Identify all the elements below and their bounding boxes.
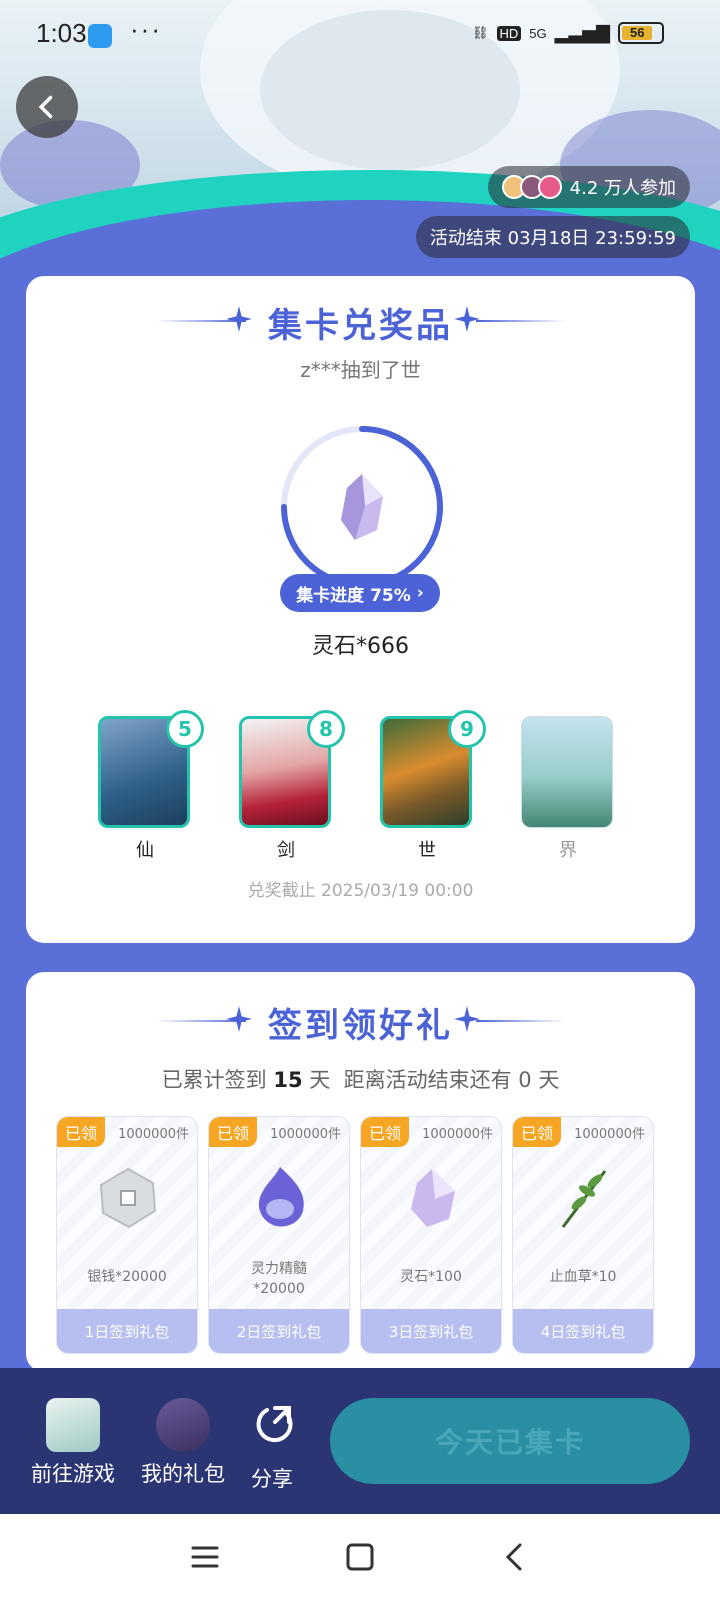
collect-card-panel: 集卡兑奖品 z***抽到了世 集卡进度 75% › 灵石*666 5 仙 8 剑… bbox=[26, 276, 695, 943]
gift-avatar-icon bbox=[156, 1398, 210, 1452]
activity-end-text: 活动结束 03月18日 23:59:59 bbox=[429, 228, 676, 249]
claimed-tag: 已领 bbox=[513, 1117, 561, 1147]
gift-day-label: 4日签到礼包 bbox=[513, 1309, 653, 1353]
gift-day-1[interactable]: 已领 1000000件 银钱*20000 1日签到礼包 bbox=[56, 1116, 198, 1354]
days-remaining: 0 bbox=[518, 1068, 532, 1092]
signal-icon: ▂▃▅▇ bbox=[554, 22, 610, 43]
gift-day-3[interactable]: 已领 1000000件 灵石*100 3日签到礼包 bbox=[360, 1116, 502, 1354]
go-game-button[interactable]: 前往游戏 bbox=[28, 1398, 118, 1488]
card-count-badge: 8 bbox=[307, 710, 345, 748]
card-jian[interactable]: 8 剑 bbox=[239, 710, 345, 862]
participants-count: 4.2 万人参加 bbox=[569, 178, 676, 199]
more-notifications-icon: ··· bbox=[130, 14, 162, 44]
avatar bbox=[537, 175, 562, 199]
gift-item: 灵石*100 bbox=[400, 1269, 462, 1285]
share-icon bbox=[256, 1406, 293, 1443]
my-gifts-button[interactable]: 我的礼包 bbox=[136, 1398, 230, 1488]
claimed-tag: 已领 bbox=[209, 1117, 257, 1147]
spirit-essence-icon bbox=[258, 1167, 304, 1227]
gift-stock: 1000000件 bbox=[270, 1127, 341, 1142]
card-count-badge: 9 bbox=[448, 710, 486, 748]
menu-icon[interactable] bbox=[190, 1542, 220, 1572]
signin-summary: 已累计签到 15 天 距离活动结束还有 0 天 bbox=[161, 1068, 560, 1092]
network-label: 5G bbox=[529, 25, 547, 41]
share-button[interactable]: 分享 bbox=[244, 1398, 300, 1493]
bottom-action-bar: 前往游戏 我的礼包 分享 今天已集卡 bbox=[0, 1368, 720, 1514]
home-icon[interactable] bbox=[345, 1542, 375, 1572]
gift-stock: 1000000件 bbox=[422, 1127, 493, 1142]
signin-gift-list: 已领 1000000件 银钱*20000 1日签到礼包 已领 1000000件 … bbox=[56, 1116, 666, 1366]
sparkle-icon bbox=[454, 1006, 480, 1032]
card-art bbox=[521, 716, 613, 828]
system-navigation-bar bbox=[0, 1514, 720, 1600]
collect-progress-button[interactable]: 集卡进度 75% › bbox=[280, 574, 440, 612]
gift-stock: 1000000件 bbox=[574, 1127, 645, 1142]
link-icon: ⛓ bbox=[471, 25, 489, 40]
gift-item: 止血草*10 bbox=[549, 1269, 617, 1285]
collected-today-button[interactable]: 今天已集卡 bbox=[330, 1398, 690, 1484]
silver-coin-icon bbox=[99, 1167, 157, 1229]
participants-badge: 4.2 万人参加 bbox=[487, 166, 690, 208]
gift-day-4[interactable]: 已领 1000000件 止血草*10 4日签到礼包 bbox=[512, 1116, 654, 1354]
gift-day-label: 2日签到礼包 bbox=[209, 1309, 349, 1353]
gift-day-label: 3日签到礼包 bbox=[361, 1309, 501, 1353]
collect-title: 集卡兑奖品 bbox=[268, 306, 453, 346]
card-jie[interactable]: 界 bbox=[521, 716, 615, 862]
card-name: 界 bbox=[559, 840, 577, 861]
gift-day-2[interactable]: 已领 1000000件 灵力精髓 *20000 2日签到礼包 bbox=[208, 1116, 350, 1354]
card-name: 剑 bbox=[277, 840, 295, 861]
hd-icon: HD bbox=[496, 25, 522, 41]
collect-progress-ring bbox=[281, 426, 443, 588]
status-time: 1:03 bbox=[36, 18, 87, 48]
chevron-left-icon bbox=[38, 95, 53, 119]
signin-days: 15 bbox=[273, 1068, 303, 1092]
spirit-stone-icon bbox=[411, 1169, 455, 1227]
character-cards: 5 仙 8 剑 9 世 界 bbox=[98, 710, 628, 861]
redeem-deadline: 兑奖截止 2025/03/19 00:00 bbox=[247, 881, 474, 901]
card-name: 世 bbox=[418, 840, 436, 861]
gift-item: 银钱*20000 bbox=[87, 1269, 167, 1285]
collect-progress-label: 集卡进度 75% bbox=[296, 585, 411, 606]
card-count-badge: 5 bbox=[166, 710, 204, 748]
battery-icon: 56 bbox=[618, 22, 664, 44]
claimed-tag: 已领 bbox=[361, 1117, 409, 1147]
gift-item: 灵力精髓 *20000 bbox=[251, 1261, 307, 1297]
signin-title: 签到领好礼 bbox=[268, 1006, 453, 1046]
chevron-right-icon: › bbox=[416, 583, 424, 603]
gift-stock: 1000000件 bbox=[118, 1127, 189, 1142]
status-bar: 1:03 ··· ⛓ HD 5G ▂▃▅▇ 56 bbox=[0, 0, 720, 72]
back-nav-icon[interactable] bbox=[500, 1542, 530, 1572]
gift-day-label: 1日签到礼包 bbox=[57, 1309, 197, 1353]
participant-avatars bbox=[501, 175, 562, 199]
app-notification-icon bbox=[88, 24, 112, 48]
back-button[interactable] bbox=[16, 76, 78, 138]
claimed-tag: 已领 bbox=[57, 1117, 105, 1147]
card-xian[interactable]: 5 仙 bbox=[98, 710, 204, 862]
winner-ticker: z***抽到了世 bbox=[300, 358, 421, 382]
card-shi[interactable]: 9 世 bbox=[380, 710, 486, 862]
game-logo-icon bbox=[46, 1398, 100, 1452]
herb-icon bbox=[561, 1170, 607, 1228]
sparkle-icon bbox=[454, 306, 480, 332]
activity-end-badge: 活动结束 03月18日 23:59:59 bbox=[415, 216, 690, 258]
signin-panel: 签到领好礼 已累计签到 15 天 距离活动结束还有 0 天 已领 1000000… bbox=[26, 972, 695, 1372]
reward-label: 灵石*666 bbox=[312, 634, 409, 659]
card-name: 仙 bbox=[136, 840, 154, 861]
